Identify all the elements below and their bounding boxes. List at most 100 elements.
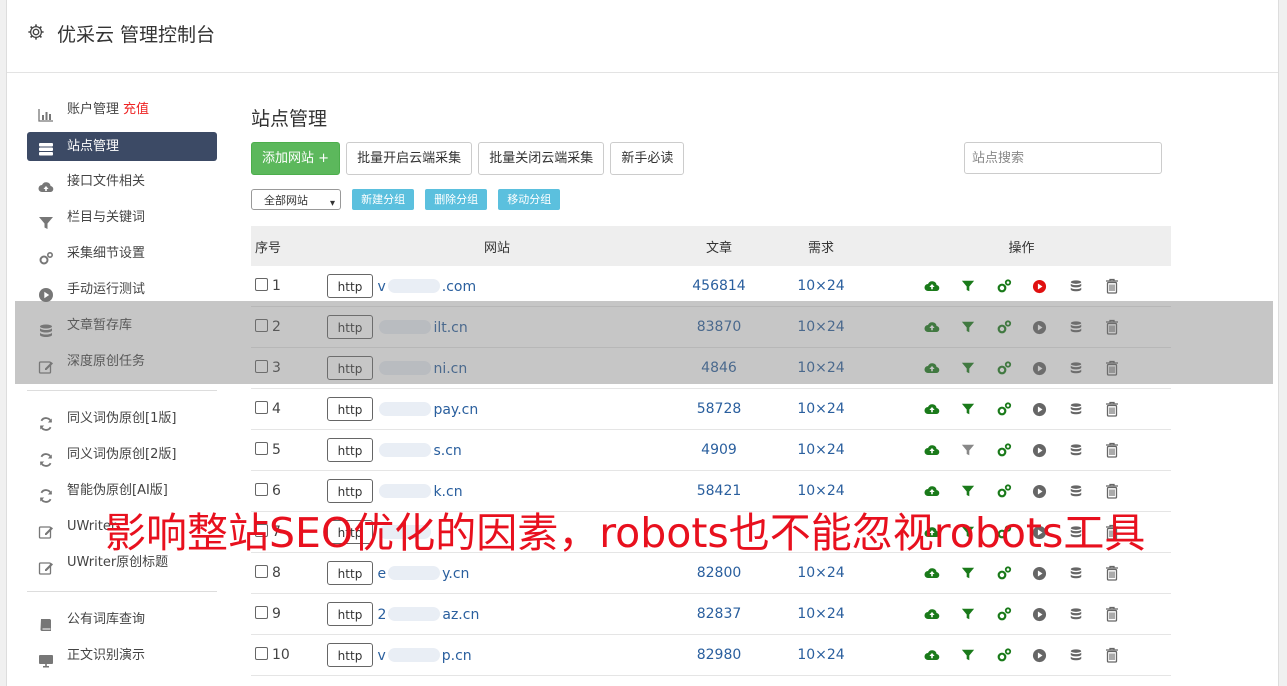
- sidebar-item-label: 同义词伪原创[1版]: [67, 411, 177, 426]
- cloud-upload-icon[interactable]: [914, 483, 950, 499]
- site-link[interactable]: 2 az.cn: [377, 607, 479, 623]
- site-link[interactable]: v p.cn: [377, 648, 472, 664]
- sidebar-item[interactable]: 公有词库查询: [27, 602, 217, 638]
- filter-icon[interactable]: [950, 606, 986, 622]
- protocol-badge[interactable]: http: [327, 561, 373, 585]
- protocol-badge[interactable]: http: [327, 643, 373, 667]
- trash-icon[interactable]: [1094, 647, 1130, 663]
- cloud-upload-icon[interactable]: [914, 278, 950, 294]
- protocol-badge[interactable]: http: [327, 397, 373, 421]
- site-link[interactable]: v .com: [377, 279, 476, 295]
- col-site[interactable]: 网站: [326, 226, 668, 266]
- filter-icon[interactable]: [950, 483, 986, 499]
- site-link[interactable]: pay.cn: [377, 402, 478, 418]
- database-icon[interactable]: [1058, 606, 1094, 622]
- cloud-upload-icon[interactable]: [914, 401, 950, 417]
- article-count[interactable]: 82980: [668, 634, 770, 676]
- demand-value[interactable]: 10×24: [770, 634, 872, 676]
- filter-icon[interactable]: [950, 647, 986, 663]
- site-link[interactable]: s.cn: [377, 443, 462, 459]
- cloud-upload-icon[interactable]: [914, 442, 950, 458]
- table-row[interactable]: 5 http s.cn 4909 10×24: [251, 429, 1171, 471]
- play-icon[interactable]: [1022, 565, 1058, 581]
- play-icon[interactable]: [1022, 647, 1058, 663]
- move-group-button[interactable]: 移动分组: [498, 189, 561, 210]
- filter-icon[interactable]: [950, 278, 986, 294]
- cogs-icon[interactable]: [986, 278, 1022, 294]
- delete-group-button[interactable]: 删除分组: [425, 189, 488, 210]
- cloud-upload-icon[interactable]: [914, 565, 950, 581]
- cogs-icon[interactable]: [986, 606, 1022, 622]
- trash-icon[interactable]: [1094, 565, 1130, 581]
- database-icon[interactable]: [1058, 442, 1094, 458]
- col-demand[interactable]: 需求: [770, 226, 872, 266]
- database-icon[interactable]: [1058, 278, 1094, 294]
- cogs-icon[interactable]: [986, 401, 1022, 417]
- site-link[interactable]: k.cn: [377, 484, 463, 500]
- database-icon[interactable]: [1058, 483, 1094, 499]
- play-icon[interactable]: [1022, 442, 1058, 458]
- row-checkbox[interactable]: [255, 606, 268, 619]
- cloud-upload-icon[interactable]: [914, 606, 950, 622]
- row-checkbox[interactable]: [255, 565, 268, 578]
- site-link[interactable]: e y.cn: [377, 566, 469, 582]
- play-icon[interactable]: [1022, 278, 1058, 294]
- row-checkbox[interactable]: [255, 647, 268, 660]
- group-select[interactable]: 全部网站 ▾: [251, 189, 341, 210]
- row-checkbox[interactable]: [255, 278, 268, 291]
- cogs-icon[interactable]: [986, 442, 1022, 458]
- demand-value[interactable]: 10×24: [770, 429, 872, 471]
- filter-icon[interactable]: [950, 401, 986, 417]
- article-count[interactable]: 4909: [668, 429, 770, 471]
- cogs-icon[interactable]: [986, 565, 1022, 581]
- database-icon[interactable]: [1058, 647, 1094, 663]
- database-icon[interactable]: [1058, 565, 1094, 581]
- col-no[interactable]: 序号: [251, 226, 326, 266]
- table-row[interactable]: 10 http v p.cn 82980 10×24: [251, 634, 1171, 676]
- col-articles[interactable]: 文章: [668, 226, 770, 266]
- trash-icon[interactable]: [1094, 606, 1130, 622]
- play-icon[interactable]: [1022, 483, 1058, 499]
- sidebar-item[interactable]: 同义词伪原创[2版]: [27, 437, 217, 473]
- play-icon[interactable]: [1022, 606, 1058, 622]
- gear-icon[interactable]: [27, 23, 45, 41]
- recharge-link[interactable]: 充值: [123, 102, 149, 117]
- new-group-button[interactable]: 新建分组: [352, 189, 415, 210]
- row-checkbox[interactable]: [255, 442, 268, 455]
- sidebar-item[interactable]: 栏目与关键词: [27, 200, 217, 236]
- table-row[interactable]: 4 http pay.cn 58728 10×24: [251, 388, 1171, 430]
- demand-value[interactable]: 10×24: [770, 388, 872, 430]
- cloud-upload-icon[interactable]: [914, 647, 950, 663]
- sidebar-item[interactable]: 同义词伪原创[1版]: [27, 401, 217, 437]
- sidebar-item[interactable]: 正文识别演示: [27, 638, 217, 674]
- row-checkbox[interactable]: [255, 483, 268, 496]
- row-checkbox[interactable]: [255, 401, 268, 414]
- filter-icon[interactable]: [950, 442, 986, 458]
- database-icon[interactable]: [1058, 401, 1094, 417]
- site-search-input[interactable]: 站点搜索: [964, 142, 1162, 174]
- article-count[interactable]: 82837: [668, 593, 770, 635]
- trash-icon[interactable]: [1094, 442, 1130, 458]
- guide-button[interactable]: 新手必读: [610, 142, 685, 175]
- cogs-icon[interactable]: [986, 483, 1022, 499]
- filter-icon[interactable]: [950, 565, 986, 581]
- protocol-badge[interactable]: http: [327, 602, 373, 626]
- trash-icon[interactable]: [1094, 278, 1130, 294]
- protocol-badge[interactable]: http: [327, 438, 373, 462]
- cogs-icon[interactable]: [986, 647, 1022, 663]
- sidebar-item[interactable]: 接口文件相关: [27, 164, 217, 200]
- play-icon[interactable]: [1022, 401, 1058, 417]
- article-count[interactable]: 58728: [668, 388, 770, 430]
- sidebar-item[interactable]: 采集细节设置: [27, 236, 217, 272]
- batch-enable-button[interactable]: 批量开启云端采集: [346, 142, 473, 175]
- edit-icon: [38, 519, 54, 539]
- trash-icon[interactable]: [1094, 401, 1130, 417]
- demand-value[interactable]: 10×24: [770, 593, 872, 635]
- add-site-button[interactable]: 添加网站 +: [251, 142, 341, 175]
- table-row[interactable]: 9 http 2 az.cn 82837 10×24: [251, 593, 1171, 635]
- trash-icon[interactable]: [1094, 483, 1130, 499]
- protocol-badge[interactable]: http: [327, 274, 373, 298]
- batch-disable-button[interactable]: 批量关闭云端采集: [478, 142, 605, 175]
- sidebar-item[interactable]: 站点管理: [27, 132, 217, 161]
- sidebar-item[interactable]: 账户管理 充值: [27, 92, 217, 128]
